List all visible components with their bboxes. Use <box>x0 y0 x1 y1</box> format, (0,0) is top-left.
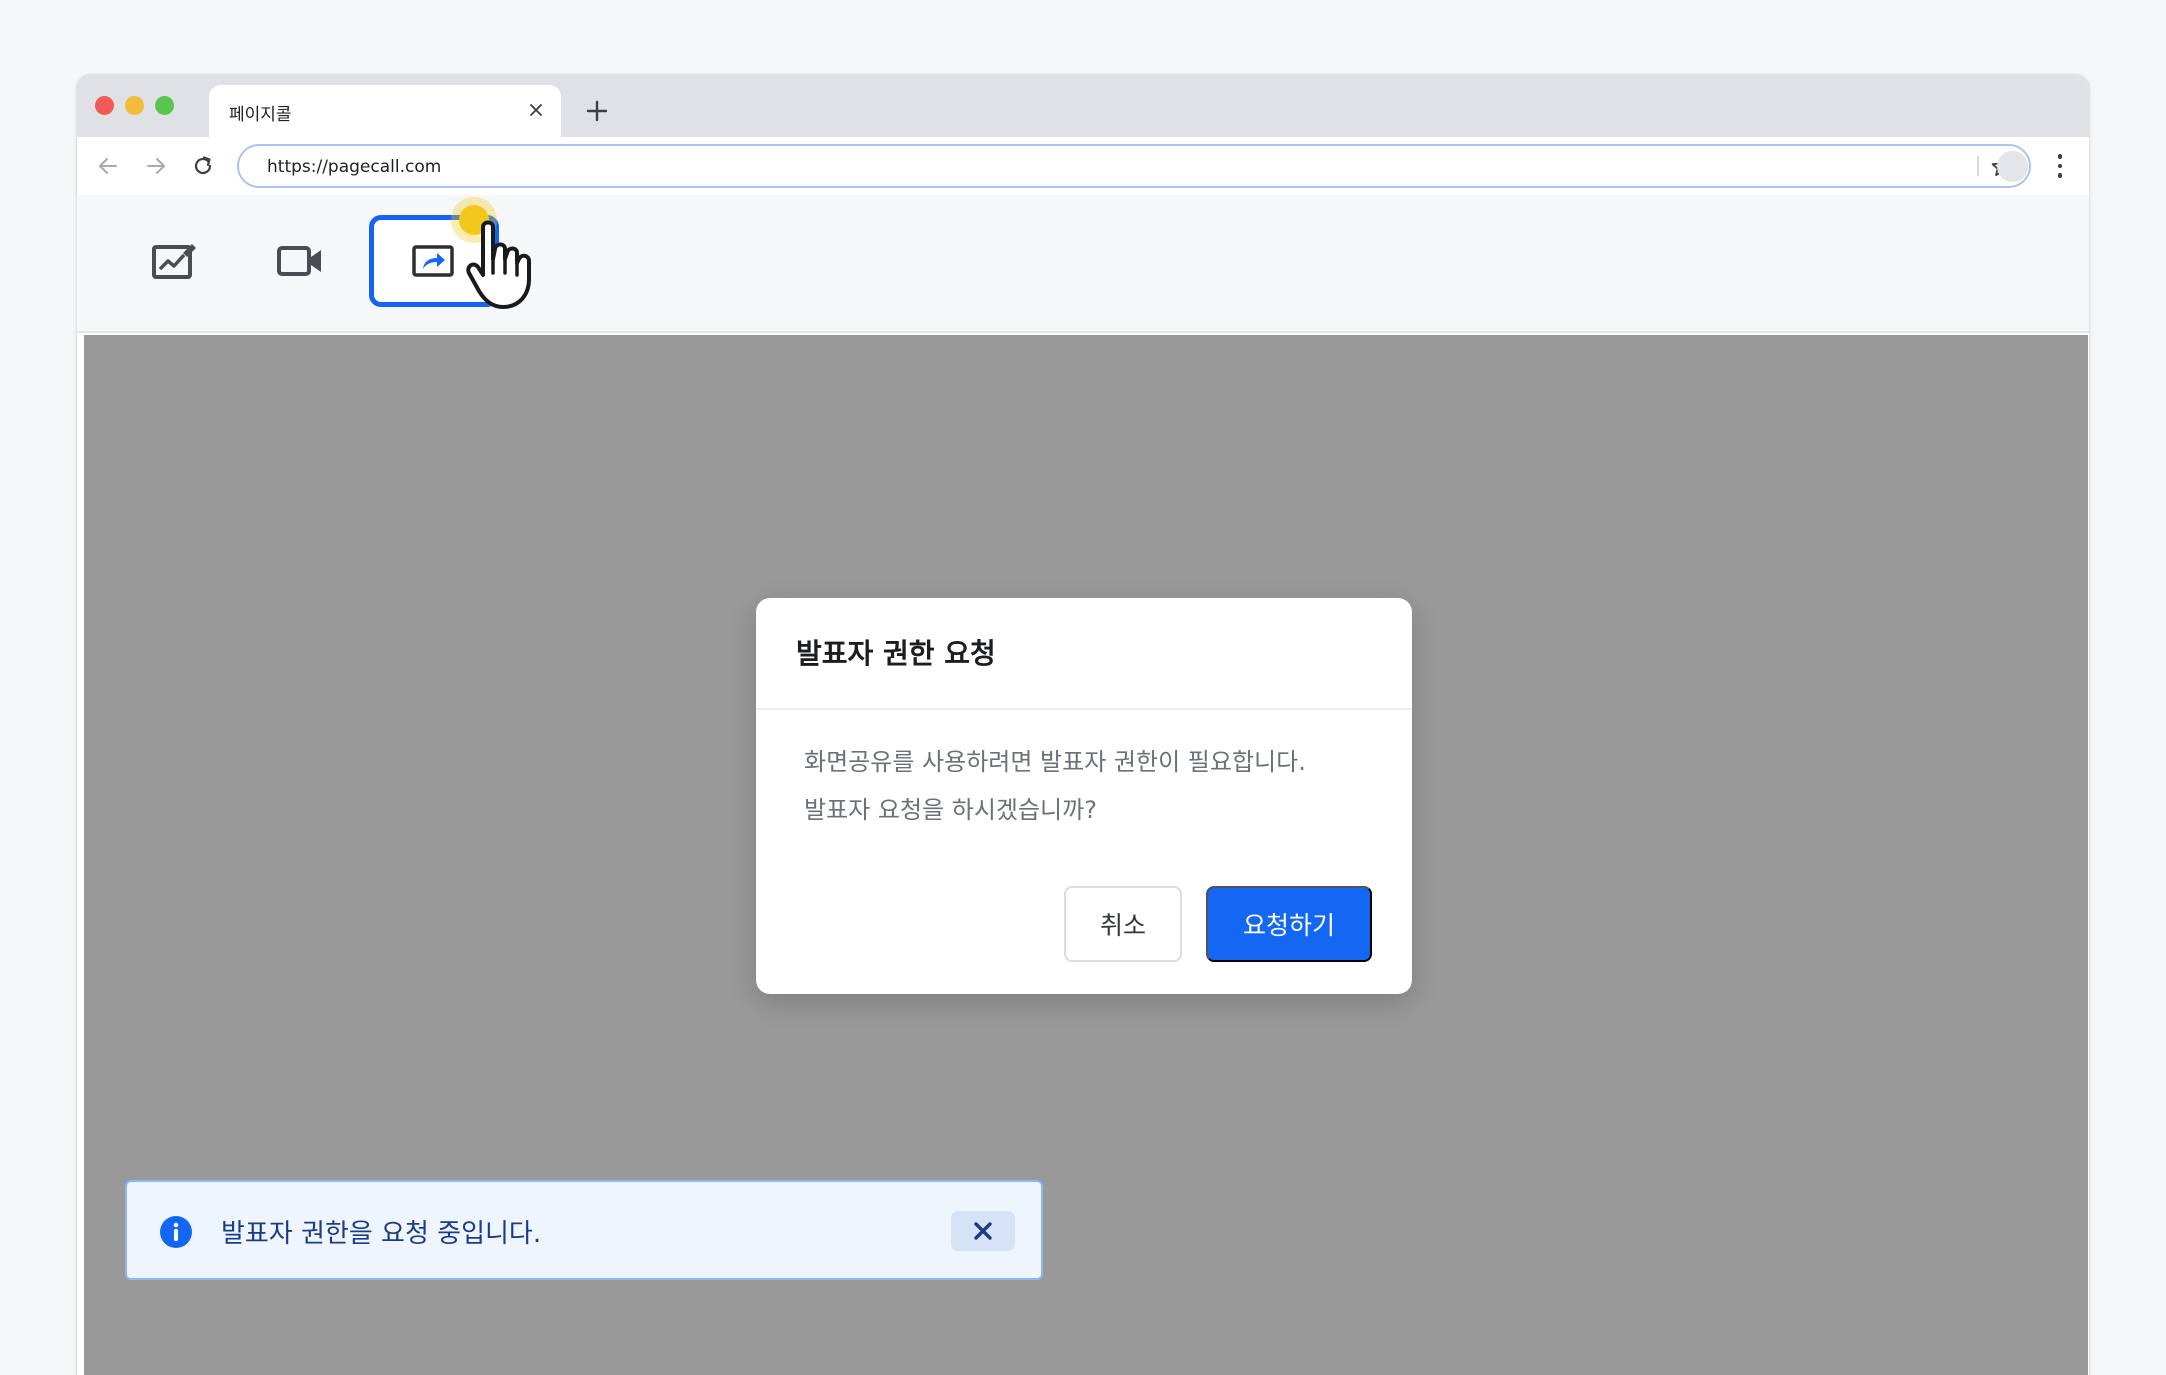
reload-icon[interactable] <box>189 152 217 180</box>
window-minimize-button[interactable] <box>125 96 144 115</box>
request-button[interactable]: 요청하기 <box>1206 886 1372 962</box>
window-close-button[interactable] <box>95 96 114 115</box>
toolbar-divider <box>1977 156 1979 176</box>
video-camera-icon <box>277 246 321 276</box>
screen-share-icon <box>412 245 454 277</box>
tab-close-icon[interactable] <box>521 95 551 125</box>
dialog-body: 화면공유를 사용하려면 발표자 권한이 필요합니다. 발표자 요청을 하시겠습니… <box>804 738 1384 834</box>
url-text: https://pagecall.com <box>267 157 442 177</box>
back-arrow-icon[interactable] <box>94 152 122 180</box>
whiteboard-edit-icon <box>152 244 196 279</box>
toast-message: 발표자 권한을 요청 중입니다. <box>221 1219 542 1249</box>
info-toast: 발표자 권한을 요청 중입니다. <box>125 1180 1043 1280</box>
browser-toolbar: https://pagecall.com <box>77 137 2089 195</box>
dialog-divider <box>756 708 1412 710</box>
whiteboard-tool-button[interactable] <box>109 215 239 307</box>
video-tool-button[interactable] <box>235 215 365 307</box>
cancel-button[interactable]: 취소 <box>1064 886 1182 962</box>
tab-title: 페이지콜 <box>229 105 292 125</box>
close-icon <box>974 1222 992 1240</box>
browser-tab[interactable]: 페이지콜 <box>209 85 561 137</box>
app-toolbar <box>77 195 2089 385</box>
dialog-body-line-1: 화면공유를 사용하려면 발표자 권한이 필요합니다. <box>804 748 1306 776</box>
address-bar[interactable]: https://pagecall.com <box>237 144 2031 188</box>
tab-bar: 페이지콜 <box>77 75 2089 137</box>
more-menu-icon[interactable] <box>2050 152 2070 180</box>
presenter-request-dialog: 발표자 권한 요청 화면공유를 사용하려면 발표자 권한이 필요합니다. 발표자… <box>756 598 1412 994</box>
dialog-title: 발표자 권한 요청 <box>796 637 996 670</box>
hand-cursor-icon <box>466 220 531 309</box>
toast-close-button[interactable] <box>951 1211 1015 1251</box>
info-icon <box>160 1216 192 1248</box>
profile-avatar[interactable] <box>1997 151 2028 182</box>
dialog-body-line-2: 발표자 요청을 하시겠습니까? <box>804 796 1097 824</box>
new-tab-icon[interactable] <box>579 93 615 129</box>
forward-arrow-icon[interactable] <box>142 152 170 180</box>
window-maximize-button[interactable] <box>155 96 174 115</box>
